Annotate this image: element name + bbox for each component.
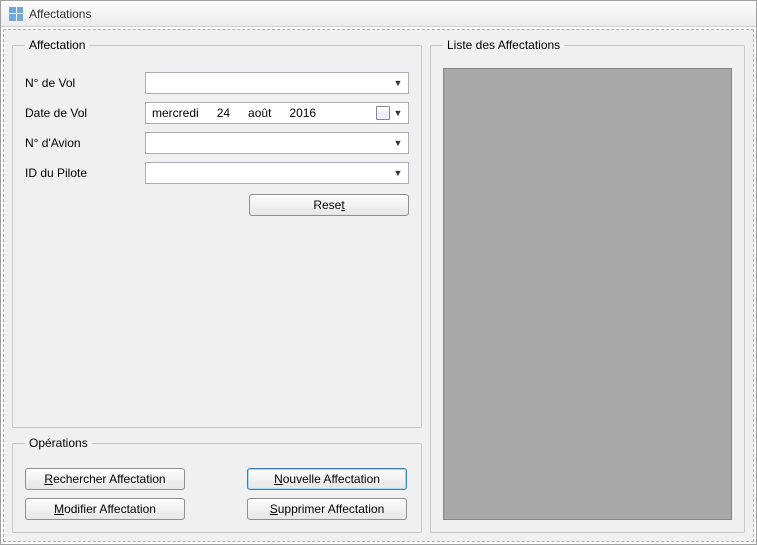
- datepicker-date-vol[interactable]: mercredi 24 août 2016 ▼: [145, 102, 409, 124]
- date-day: 24: [217, 106, 230, 120]
- group-liste-legend: Liste des Affectations: [443, 38, 564, 52]
- reset-button-prefix: Rese: [313, 198, 341, 212]
- label-date-vol: Date de Vol: [25, 106, 145, 120]
- label-id-pilote: ID du Pilote: [25, 166, 145, 180]
- label-num-avion: N° d'Avion: [25, 136, 145, 150]
- modifier-button[interactable]: Modifier Affectation: [25, 498, 185, 520]
- affectation-form: N° de Vol ▼ Date de Vol mercredi 24 août…: [25, 72, 409, 184]
- group-liste: Liste des Affectations: [430, 38, 745, 533]
- window-affectations: Affectations Affectation N° de Vol ▼ Dat…: [0, 0, 757, 545]
- window-title: Affectations: [29, 7, 91, 21]
- combobox-id-pilote[interactable]: ▼: [145, 162, 409, 184]
- affectations-list[interactable]: [443, 68, 732, 520]
- reset-button-mnemonic: t: [341, 198, 344, 212]
- app-icon: [9, 7, 23, 21]
- date-weekday: mercredi: [152, 106, 199, 120]
- reset-row: Reset: [25, 194, 409, 216]
- label-num-vol: N° de Vol: [25, 76, 145, 90]
- chevron-down-icon: ▼: [390, 105, 406, 121]
- combobox-num-vol[interactable]: ▼: [145, 72, 409, 94]
- rechercher-button[interactable]: Rechercher Affectation: [25, 468, 185, 490]
- combobox-num-avion[interactable]: ▼: [145, 132, 409, 154]
- titlebar: Affectations: [1, 1, 756, 27]
- supprimer-button[interactable]: Supprimer Affectation: [247, 498, 407, 520]
- calendar-icon: [376, 106, 390, 120]
- group-affectation: Affectation N° de Vol ▼ Date de Vol merc…: [12, 38, 422, 428]
- chevron-down-icon: ▼: [390, 135, 406, 151]
- client-area: Affectation N° de Vol ▼ Date de Vol merc…: [3, 29, 754, 542]
- date-year: 2016: [289, 106, 316, 120]
- left-column: Affectation N° de Vol ▼ Date de Vol merc…: [12, 38, 422, 533]
- date-month: août: [248, 106, 271, 120]
- reset-button[interactable]: Reset: [249, 194, 409, 216]
- nouvelle-button[interactable]: Nouvelle Affectation: [247, 468, 407, 490]
- group-operations: Opérations Rechercher Affectation Nouvel…: [12, 436, 422, 533]
- chevron-down-icon: ▼: [390, 165, 406, 181]
- operations-grid: Rechercher Affectation Nouvelle Affectat…: [25, 468, 409, 520]
- group-affectation-legend: Affectation: [25, 38, 89, 52]
- group-operations-legend: Opérations: [25, 436, 92, 450]
- chevron-down-icon: ▼: [390, 75, 406, 91]
